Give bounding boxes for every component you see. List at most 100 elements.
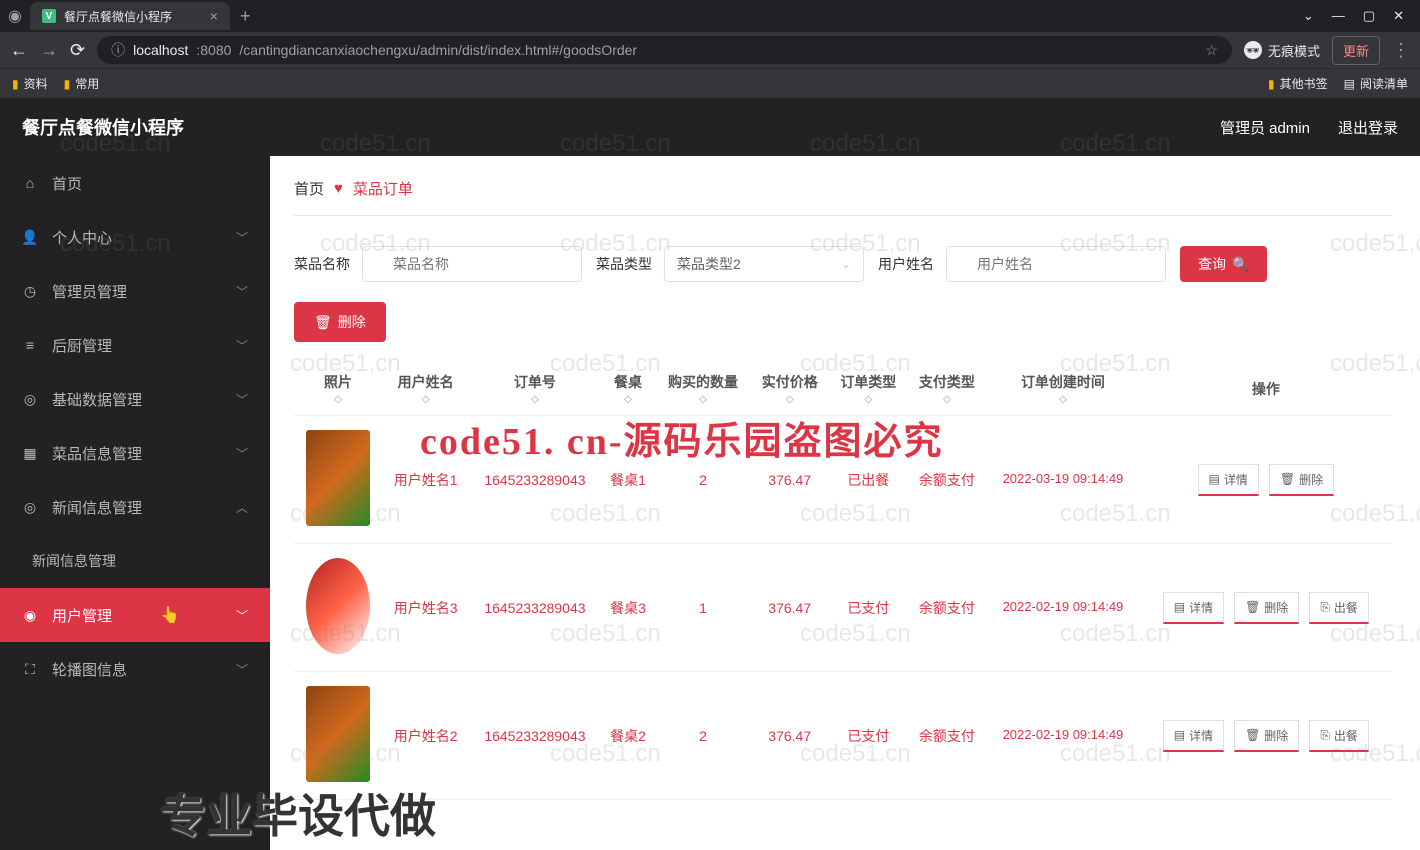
cell-ptype: 余额支付 — [908, 544, 987, 672]
sort-icon: ◇ — [388, 394, 464, 405]
sidebar-item-3[interactable]: ≡后厨管理﹀ — [0, 318, 270, 372]
chevron-icon: ﹀ — [236, 661, 248, 678]
row-删除-button[interactable]: 🗑删除 — [1234, 720, 1299, 752]
sidebar-item-2[interactable]: ◷管理员管理﹀ — [0, 264, 270, 318]
food-image — [306, 558, 370, 654]
row-详情-button[interactable]: ▤详情 — [1198, 464, 1259, 496]
sidebar-item-5[interactable]: ▦菜品信息管理﹀ — [0, 426, 270, 480]
sidebar-item-8[interactable]: ◉用户管理﹀👆 — [0, 588, 270, 642]
chevron-icon: ﹀ — [236, 607, 248, 624]
dish-type-label: 菜品类型 — [596, 254, 652, 274]
cell-otype: 已出餐 — [829, 416, 908, 544]
cell-ptype: 余额支付 — [908, 416, 987, 544]
minimize-icon[interactable]: — — [1332, 8, 1345, 24]
bulk-delete-button[interactable]: 🗑 删除 — [294, 302, 386, 342]
query-button[interactable]: 查询 🔍 — [1180, 246, 1267, 282]
dish-name-input[interactable] — [362, 246, 582, 282]
sidebar-item-9[interactable]: ⛶轮播图信息﹀ — [0, 642, 270, 696]
sidebar-item-1[interactable]: 👤个人中心﹀ — [0, 210, 270, 264]
back-button[interactable]: ← — [10, 40, 28, 61]
sort-icon: ◇ — [835, 394, 902, 405]
row-详情-button[interactable]: ▤详情 — [1163, 720, 1224, 752]
sidebar-item-label: 菜品信息管理 — [52, 443, 142, 464]
reload-button[interactable]: ⟳ — [70, 40, 85, 61]
maximize-icon[interactable]: ▢ — [1363, 8, 1375, 24]
col-header[interactable]: 用户姓名◇ — [382, 362, 470, 416]
browser-tab[interactable]: V 餐厅点餐微信小程序 × — [30, 2, 230, 30]
new-tab-button[interactable]: + — [240, 6, 251, 27]
cell-order: 1645233289043 — [469, 672, 600, 800]
app-title: 餐厅点餐微信小程序 — [22, 114, 184, 140]
chevron-icon: ﹀ — [236, 337, 248, 354]
address-bar: ← → ⟳ ⓘ localhost:8080/cantingdiancanxia… — [0, 32, 1420, 68]
col-header[interactable]: 支付类型◇ — [908, 362, 987, 416]
row-出餐-button[interactable]: ⎘出餐 — [1309, 592, 1369, 624]
dish-type-select[interactable]: 菜品类型2 ⌄ — [664, 246, 864, 282]
col-header[interactable]: 购买的数量◇ — [656, 362, 751, 416]
cell-desk: 餐桌3 — [600, 544, 655, 672]
menu-icon: ◷ — [22, 283, 38, 300]
other-bookmarks[interactable]: ▮其他书签 — [1268, 75, 1328, 92]
table-row: 用户姓名21645233289043餐桌22376.47已支付余额支付2022-… — [294, 672, 1392, 800]
logout-link[interactable]: 退出登录 — [1338, 117, 1398, 138]
row-删除-button[interactable]: 🗑删除 — [1234, 592, 1299, 624]
list-icon: ▤ — [1344, 77, 1355, 91]
cell-order: 1645233289043 — [469, 544, 600, 672]
url-input[interactable]: ⓘ localhost:8080/cantingdiancanxiaocheng… — [97, 36, 1232, 64]
sort-icon: ◇ — [300, 394, 376, 405]
cursor-icon: 👆 — [160, 605, 180, 625]
breadcrumb-home[interactable]: 首页 — [294, 178, 324, 199]
menu-icon: ◉ — [22, 607, 38, 624]
col-header[interactable]: 实付价格◇ — [750, 362, 829, 416]
tab-title: 餐厅点餐微信小程序 — [64, 8, 172, 25]
menu-icon: ◎ — [22, 391, 38, 408]
row-出餐-button[interactable]: ⎘出餐 — [1309, 720, 1369, 752]
menu-icon[interactable]: ⋮ — [1392, 40, 1410, 61]
sidebar-item-0[interactable]: ⌂首页 — [0, 156, 270, 210]
bookmark-folder-2[interactable]: ▮常用 — [64, 75, 100, 92]
favicon: V — [42, 9, 56, 23]
bookmark-folder-1[interactable]: ▮资料 — [12, 75, 48, 92]
col-header[interactable]: 操作 — [1140, 362, 1392, 416]
cell-price: 376.47 — [750, 672, 829, 800]
row-删除-button[interactable]: 🗑删除 — [1269, 464, 1334, 496]
close-window-icon[interactable]: ✕ — [1393, 8, 1404, 24]
user-name-input[interactable] — [946, 246, 1166, 282]
update-button[interactable]: 更新 — [1332, 36, 1380, 65]
search-form: 菜品名称 🔍 菜品类型 菜品类型2 ⌄ 用户姓名 🔍 — [294, 246, 1392, 282]
chevron-icon: ﹀ — [236, 391, 248, 408]
food-image — [306, 686, 370, 782]
cell-qty: 1 — [656, 544, 751, 672]
forward-button[interactable]: → — [40, 40, 58, 61]
col-header[interactable]: 照片◇ — [294, 362, 382, 416]
info-icon: ⓘ — [111, 40, 125, 60]
row-详情-button[interactable]: ▤详情 — [1163, 592, 1224, 624]
user-name-label: 用户姓名 — [878, 254, 934, 274]
heart-icon: ♥ — [334, 180, 343, 197]
sidebar-item-6[interactable]: ◎新闻信息管理︿ — [0, 480, 270, 534]
col-header[interactable]: 餐桌◇ — [600, 362, 655, 416]
folder-icon: ▮ — [1268, 77, 1275, 91]
cell-photo — [294, 416, 382, 544]
reading-list[interactable]: ▤阅读清单 — [1344, 75, 1408, 92]
cell-otype: 已支付 — [829, 544, 908, 672]
sort-icon: ◇ — [606, 394, 649, 405]
sidebar-item-4[interactable]: ◎ 基础数据管理 ﹀ — [0, 372, 270, 426]
sidebar-item-7[interactable]: 新闻信息管理 — [0, 534, 270, 588]
sort-icon: ◇ — [475, 394, 594, 405]
current-user[interactable]: 管理员 admin — [1220, 117, 1310, 138]
col-header[interactable]: 订单号◇ — [469, 362, 600, 416]
menu-icon: ≡ — [22, 337, 38, 353]
cell-actions: ▤详情 🗑删除 ⎘出餐 — [1140, 672, 1392, 800]
sidebar-item-label: 基础数据管理 — [52, 389, 142, 410]
chevron-icon: ﹀ — [236, 229, 248, 246]
bookmark-star-icon[interactable]: ☆ — [1205, 42, 1218, 59]
close-tab-icon[interactable]: × — [210, 8, 218, 24]
chevron-down-icon[interactable]: ⌄ — [1303, 8, 1314, 24]
col-header[interactable]: 订单创建时间◇ — [986, 362, 1139, 416]
trash-icon: 🗑 — [314, 314, 332, 331]
incognito-icon: 🕶 — [1244, 41, 1262, 59]
folder-icon: ▮ — [12, 77, 19, 91]
col-header[interactable]: 订单类型◇ — [829, 362, 908, 416]
action-icon: ⎘ — [1320, 728, 1330, 743]
